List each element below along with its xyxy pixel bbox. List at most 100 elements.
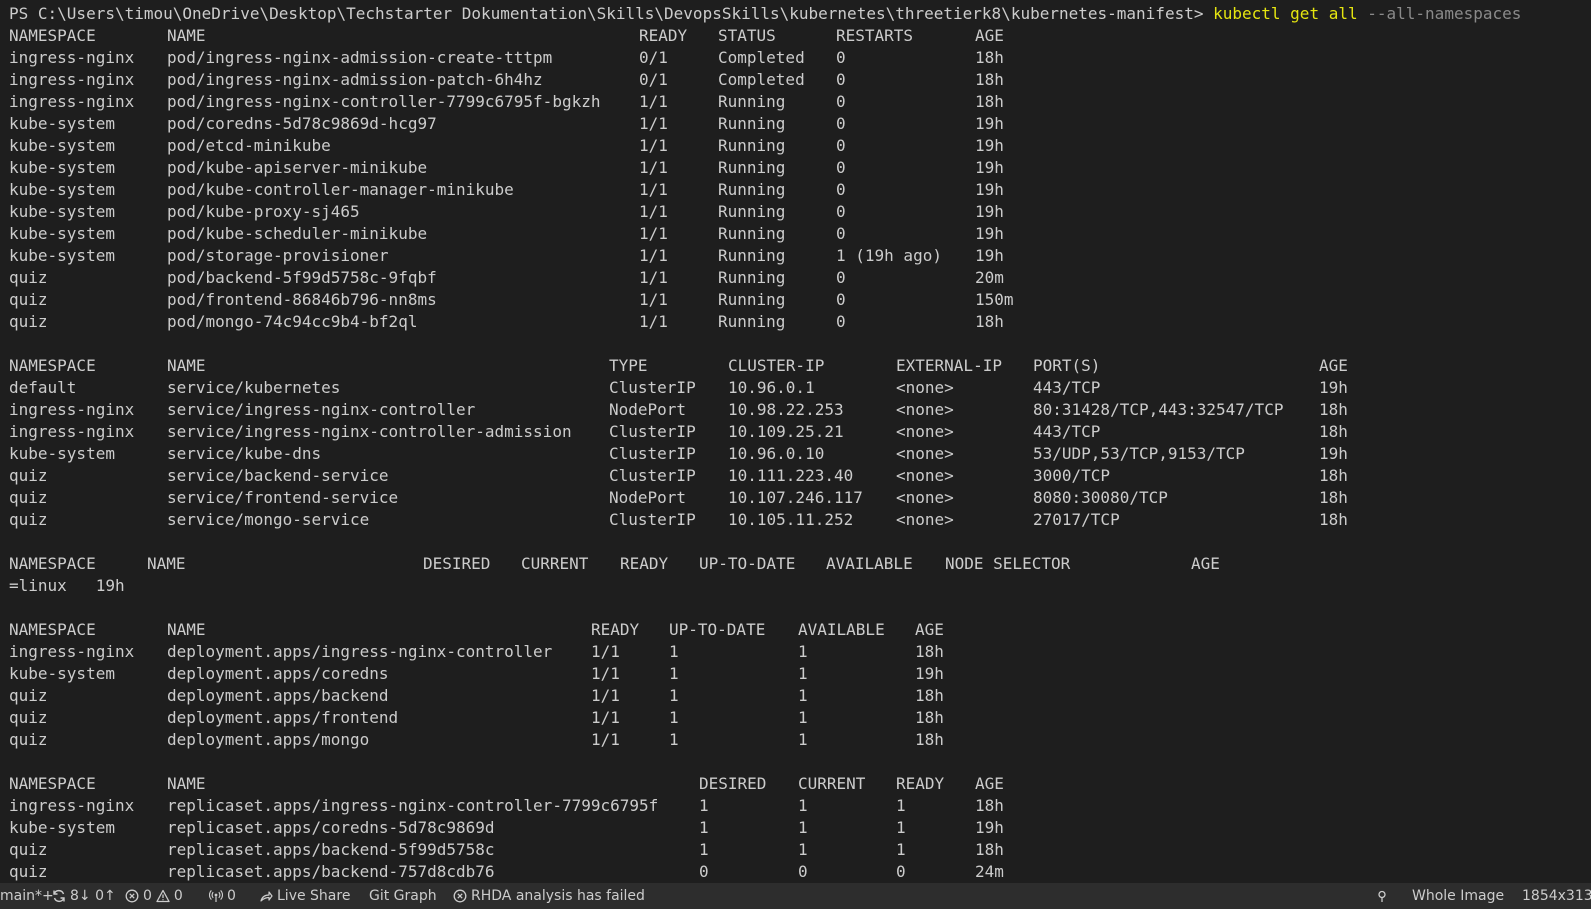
pods-cell: 0: [836, 136, 846, 155]
deployments-header-cell: READY: [591, 620, 640, 639]
services-cell: 10.105.11.252: [728, 510, 854, 529]
live-share-button[interactable]: Live Share: [259, 883, 350, 909]
services-cell: ingress-nginx: [9, 400, 135, 419]
deployments-cell: deployment.apps/backend: [167, 686, 389, 705]
replicasets-cell: 0: [896, 862, 906, 881]
services-cell: kube-system: [9, 444, 115, 463]
deployments-cell: 1: [669, 664, 679, 683]
replicasets-cell: 1: [896, 796, 906, 815]
pods-cell: pod/ingress-nginx-admission-create-tttpm: [167, 48, 553, 67]
replicasets-cell: 1: [798, 840, 808, 859]
deployments-cell: 1: [669, 730, 679, 749]
services-cell: 10.98.22.253: [728, 400, 844, 419]
pods-cell: 0: [836, 224, 846, 243]
services-cell: service/mongo-service: [167, 510, 370, 529]
daemonsets-header-cell: READY: [620, 554, 669, 573]
replicasets-cell: 1: [798, 818, 808, 837]
replicasets-cell: 1: [699, 796, 709, 815]
deployments-cell: deployment.apps/ingress-nginx-controller: [167, 642, 553, 661]
pods-header-cell: READY: [639, 26, 688, 45]
pods-cell: kube-system: [9, 224, 115, 243]
pods-cell: Running: [718, 246, 786, 265]
services-cell: ingress-nginx: [9, 422, 135, 441]
services-header-cell: NAME: [167, 356, 206, 375]
services-cell: 19h: [1319, 378, 1348, 397]
whole-image-button[interactable]: Whole Image: [1412, 883, 1504, 909]
pods-cell: Completed: [718, 70, 805, 89]
pods-header-cell: STATUS: [718, 26, 776, 45]
services-cell: NodePort: [609, 488, 687, 507]
replicasets-header-cell: DESIRED: [699, 774, 767, 793]
deployments-cell: deployment.apps/frontend: [167, 708, 399, 727]
services-cell: <none>: [896, 378, 954, 397]
sync-indicator[interactable]: 8↓ 0↑: [52, 883, 116, 909]
deployments-cell: quiz: [9, 730, 48, 749]
pods-cell: 0: [836, 202, 846, 221]
pods-cell: 1/1: [639, 246, 668, 265]
replicasets-cell: 1: [699, 818, 709, 837]
location-icon: [1375, 889, 1389, 903]
pods-cell: Running: [718, 92, 786, 111]
daemonsets-header-cell: NAMESPACE: [9, 554, 96, 573]
replicasets-cell: quiz: [9, 862, 48, 881]
daemonsets-header-cell: CURRENT: [521, 554, 589, 573]
services-cell: <none>: [896, 444, 954, 463]
services-cell: 8080:30080/TCP: [1033, 488, 1168, 507]
replicasets-cell: 1: [798, 796, 808, 815]
daemonsets-header-cell: AGE: [1191, 554, 1220, 573]
git-graph-label: Git Graph: [369, 888, 437, 904]
pods-cell: 0: [836, 48, 846, 67]
problems-indicator[interactable]: 0 0: [125, 883, 183, 909]
services-header-cell: NAMESPACE: [9, 356, 96, 375]
pods-cell: Running: [718, 114, 786, 133]
pods-header-cell: NAMESPACE: [9, 26, 96, 45]
services-cell: 10.111.223.40: [728, 466, 854, 485]
terminal-panel[interactable]: PS C:\Users\timou\OneDrive\Desktop\Techs…: [0, 0, 1591, 883]
pods-cell: kube-system: [9, 158, 115, 177]
location-indicator[interactable]: [1375, 883, 1389, 909]
deployments-cell: ingress-nginx: [9, 642, 135, 661]
branch-indicator[interactable]: main*+: [0, 883, 54, 909]
rhda-status[interactable]: RHDA analysis has failed: [453, 883, 645, 909]
services-cell: quiz: [9, 488, 48, 507]
pods-cell: 1/1: [639, 290, 668, 309]
pods-cell: 1/1: [639, 92, 668, 111]
replicasets-header-cell: READY: [896, 774, 945, 793]
deployments-cell: 18h: [915, 708, 944, 727]
pods-cell: 150m: [975, 290, 1014, 309]
services-header-cell: EXTERNAL-IP: [896, 356, 1002, 375]
ports-count: 0: [227, 888, 236, 904]
daemonsets-header-cell: AVAILABLE: [826, 554, 913, 573]
deployments-header-cell: AVAILABLE: [798, 620, 885, 639]
pods-cell: 18h: [975, 312, 1004, 331]
deployments-header-cell: AGE: [915, 620, 944, 639]
pods-cell: 0: [836, 290, 846, 309]
error-circle-icon: [453, 889, 467, 903]
pods-cell: Running: [718, 268, 786, 287]
ports-indicator[interactable]: 0: [209, 883, 236, 909]
replicasets-cell: replicaset.apps/backend-5f99d5758c: [167, 840, 495, 859]
sync-label: 8↓ 0↑: [70, 888, 116, 904]
pods-cell: 1/1: [639, 268, 668, 287]
services-cell: <none>: [896, 510, 954, 529]
deployments-cell: 18h: [915, 686, 944, 705]
branch-label: main*+: [0, 888, 54, 904]
git-graph-button[interactable]: Git Graph: [369, 883, 437, 909]
deployments-cell: deployment.apps/mongo: [167, 730, 370, 749]
deployments-cell: quiz: [9, 708, 48, 727]
pods-cell: 18h: [975, 70, 1004, 89]
replicasets-cell: 0: [699, 862, 709, 881]
services-cell: 10.109.25.21: [728, 422, 844, 441]
services-cell: service/ingress-nginx-controller-admissi…: [167, 422, 572, 441]
pods-cell: kube-system: [9, 202, 115, 221]
pods-cell: pod/coredns-5d78c9869d-hcg97: [167, 114, 437, 133]
daemonsets-cell: =linux 19h: [9, 576, 125, 595]
services-cell: ClusterIP: [609, 422, 696, 441]
deployments-header-cell: NAME: [167, 620, 206, 639]
command-flags: --all-namespaces: [1367, 4, 1522, 23]
daemonsets-header-cell: DESIRED: [423, 554, 491, 573]
pods-cell: pod/ingress-nginx-controller-7799c6795f-…: [167, 92, 601, 111]
rhda-label: RHDA analysis has failed: [471, 888, 645, 904]
pods-cell: 19h: [975, 224, 1004, 243]
deployments-header-cell: NAMESPACE: [9, 620, 96, 639]
